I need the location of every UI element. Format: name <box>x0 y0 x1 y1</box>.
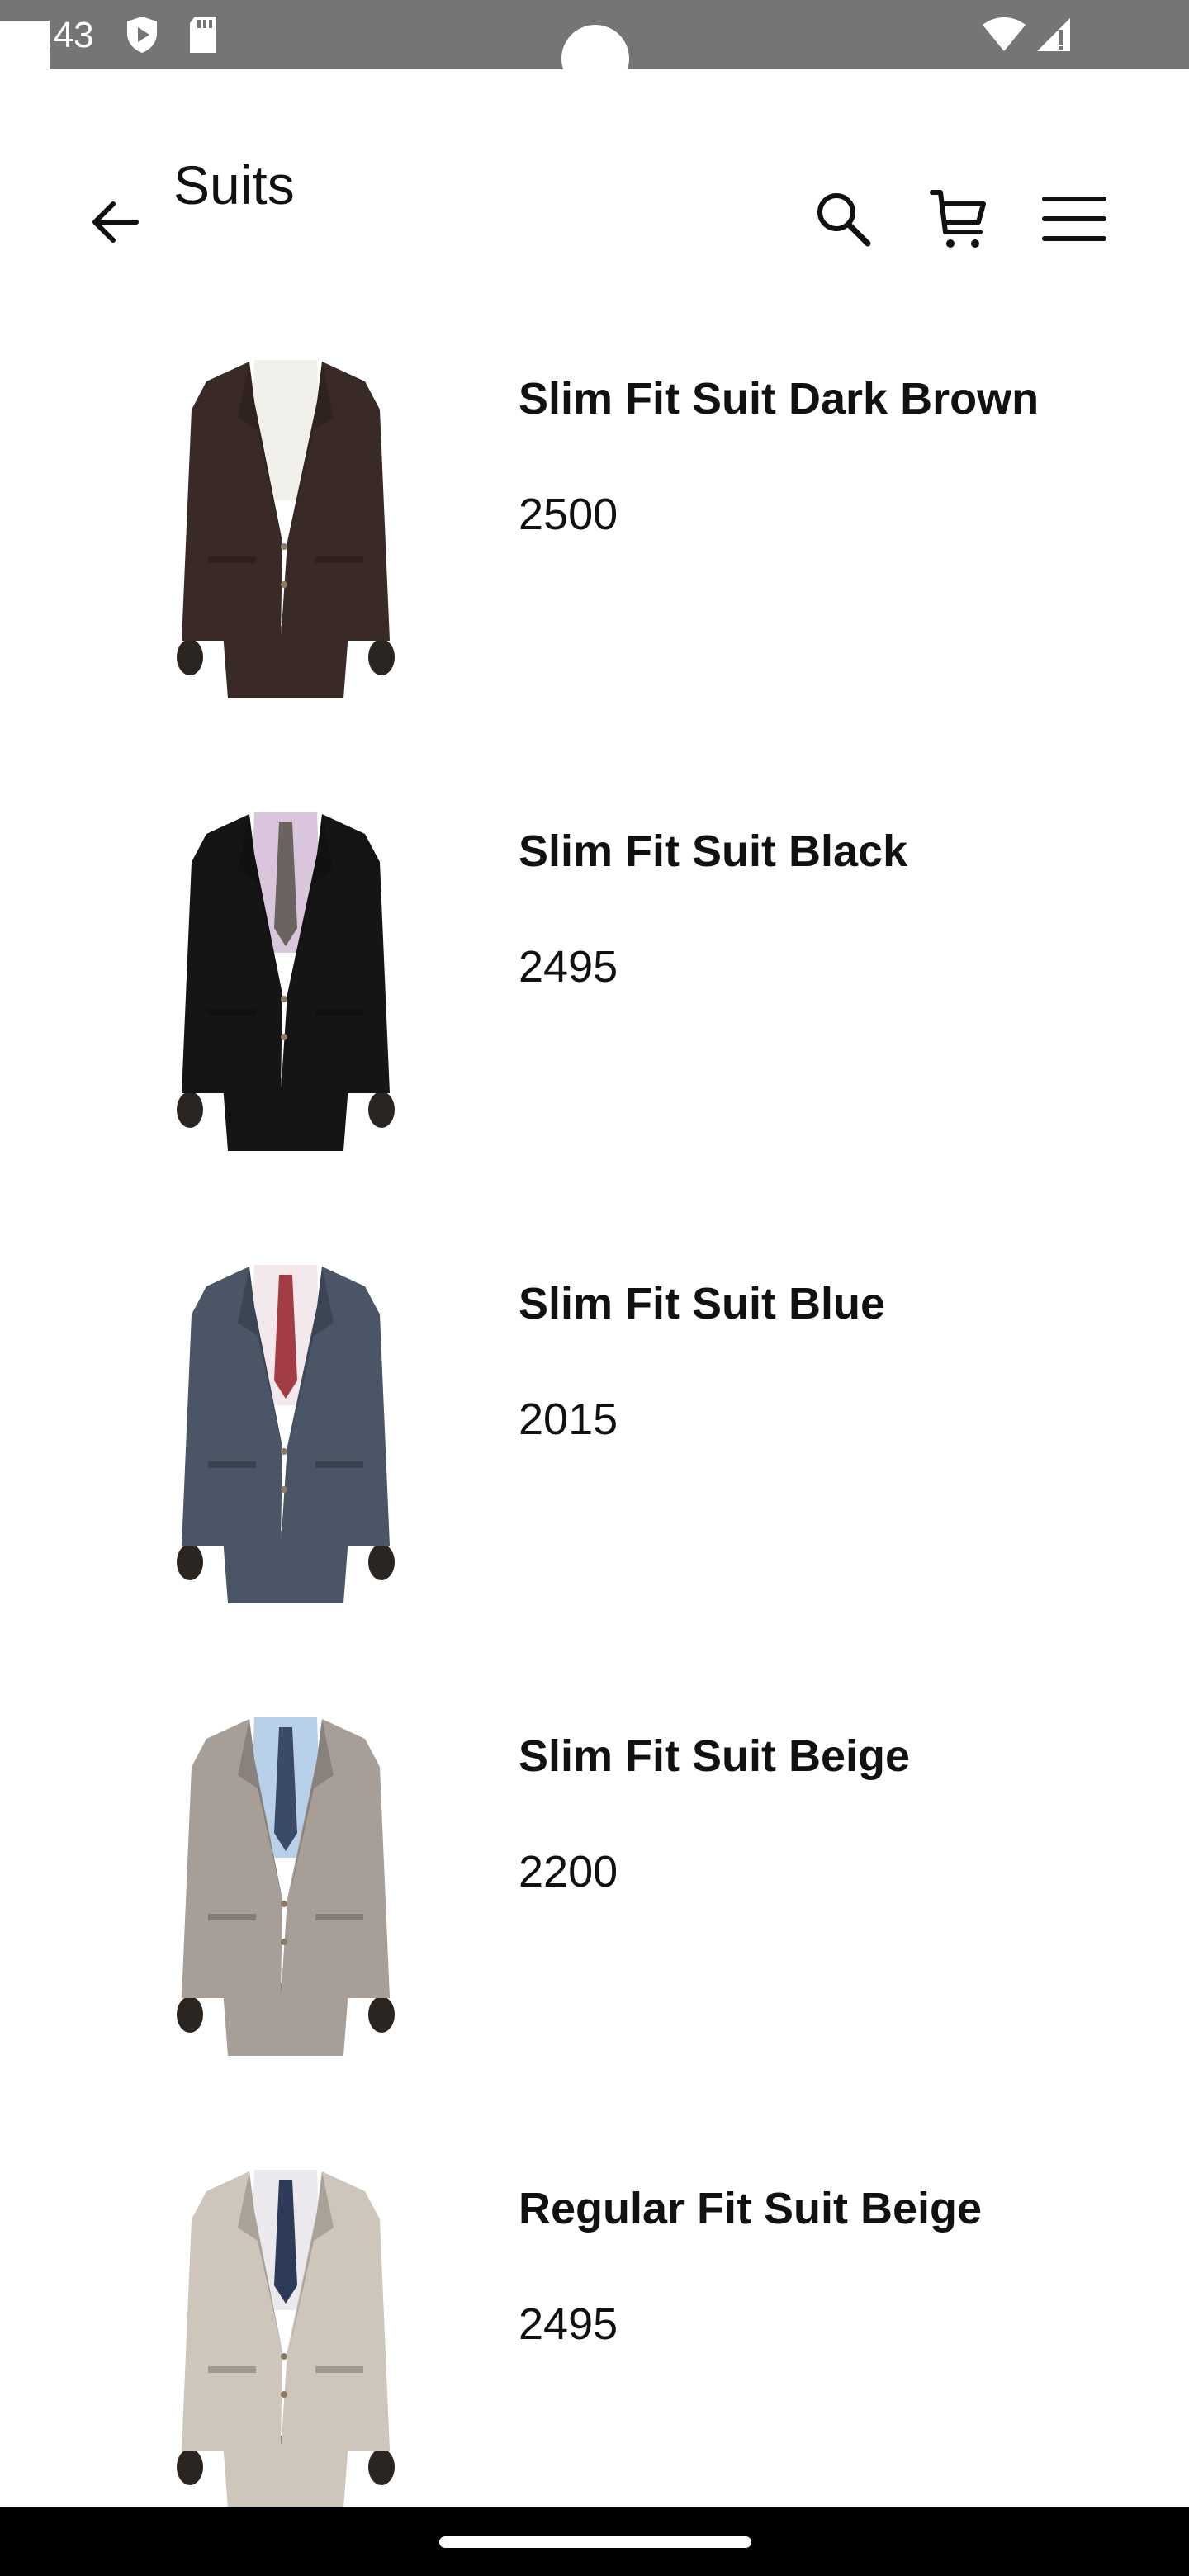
search-icon <box>817 193 871 247</box>
product-name: Slim Fit Suit Blue <box>519 1279 886 1328</box>
button-bottom <box>281 1486 287 1493</box>
left-hand <box>177 1091 203 1128</box>
product-price: 2015 <box>519 1395 618 1444</box>
product-price: 2500 <box>519 490 618 539</box>
product-name: Slim Fit Suit Beige <box>519 1731 911 1781</box>
pants-shape <box>223 1085 348 1151</box>
pocket-left <box>208 556 256 563</box>
pocket-left <box>208 1461 256 1468</box>
shield-play-icon <box>124 15 160 59</box>
arrow-left-icon <box>92 201 139 243</box>
product-item[interactable]: Slim Fit Suit Beige 2200 <box>0 1671 1189 2124</box>
button-top <box>281 543 287 550</box>
home-handle[interactable] <box>439 2536 751 2548</box>
product-item[interactable]: Slim Fit Suit Black 2495 <box>0 766 1189 1219</box>
pocket-left <box>208 1914 256 1920</box>
button-bottom <box>281 1034 287 1040</box>
pocket-right <box>315 1914 363 1920</box>
pocket-right <box>315 556 363 563</box>
cart-icon <box>930 190 986 248</box>
button-top <box>281 2353 287 2360</box>
product-image <box>157 804 414 1151</box>
product-price: 2200 <box>519 1847 618 1896</box>
right-hand <box>368 1544 395 1580</box>
button-top <box>281 996 287 1002</box>
app-bar: Suits <box>0 69 1189 301</box>
button-bottom <box>281 581 287 588</box>
pants-shape <box>223 1990 348 2056</box>
pants-shape <box>223 632 348 698</box>
button-bottom <box>281 1939 287 1945</box>
button-bottom <box>281 2391 287 2398</box>
right-hand <box>368 2449 395 2485</box>
product-name: Regular Fit Suit Beige <box>519 2184 983 2233</box>
right-hand <box>368 639 395 675</box>
product-image <box>157 352 414 698</box>
search-button[interactable] <box>806 182 880 256</box>
product-image <box>157 1709 414 2056</box>
menu-icon <box>1042 197 1106 241</box>
left-hand <box>177 1996 203 2033</box>
left-hand <box>177 2449 203 2485</box>
left-hand <box>177 639 203 675</box>
status-time: 5:43 <box>23 15 94 55</box>
pants-shape <box>223 1537 348 1603</box>
pocket-left <box>208 1009 256 1016</box>
menu-button[interactable] <box>1037 182 1111 256</box>
pocket-right <box>315 1461 363 1468</box>
pocket-right <box>315 2366 363 2373</box>
button-top <box>281 1448 287 1455</box>
system-nav-bar <box>0 2507 1189 2576</box>
product-name: Slim Fit Suit Black <box>519 826 908 876</box>
page-title: Suits <box>173 154 295 215</box>
product-price: 2495 <box>519 942 618 992</box>
product-image <box>157 2162 414 2508</box>
product-item[interactable]: Slim Fit Suit Dark Brown 2500 <box>0 314 1189 766</box>
back-button[interactable] <box>78 185 152 259</box>
signal-icon <box>1035 17 1072 57</box>
wifi-icon <box>981 17 1027 57</box>
right-hand <box>368 1091 395 1128</box>
pocket-left <box>208 2366 256 2373</box>
product-image <box>157 1257 414 1603</box>
sd-card-icon <box>187 15 220 59</box>
left-hand <box>177 1544 203 1580</box>
product-item[interactable]: Slim Fit Suit Blue 2015 <box>0 1219 1189 1671</box>
right-hand <box>368 1996 395 2033</box>
pants-shape <box>223 2442 348 2508</box>
product-price: 2495 <box>519 2299 618 2349</box>
cart-button[interactable] <box>921 182 996 256</box>
product-name: Slim Fit Suit Dark Brown <box>519 374 1040 424</box>
pocket-right <box>315 1009 363 1016</box>
button-top <box>281 1901 287 1907</box>
